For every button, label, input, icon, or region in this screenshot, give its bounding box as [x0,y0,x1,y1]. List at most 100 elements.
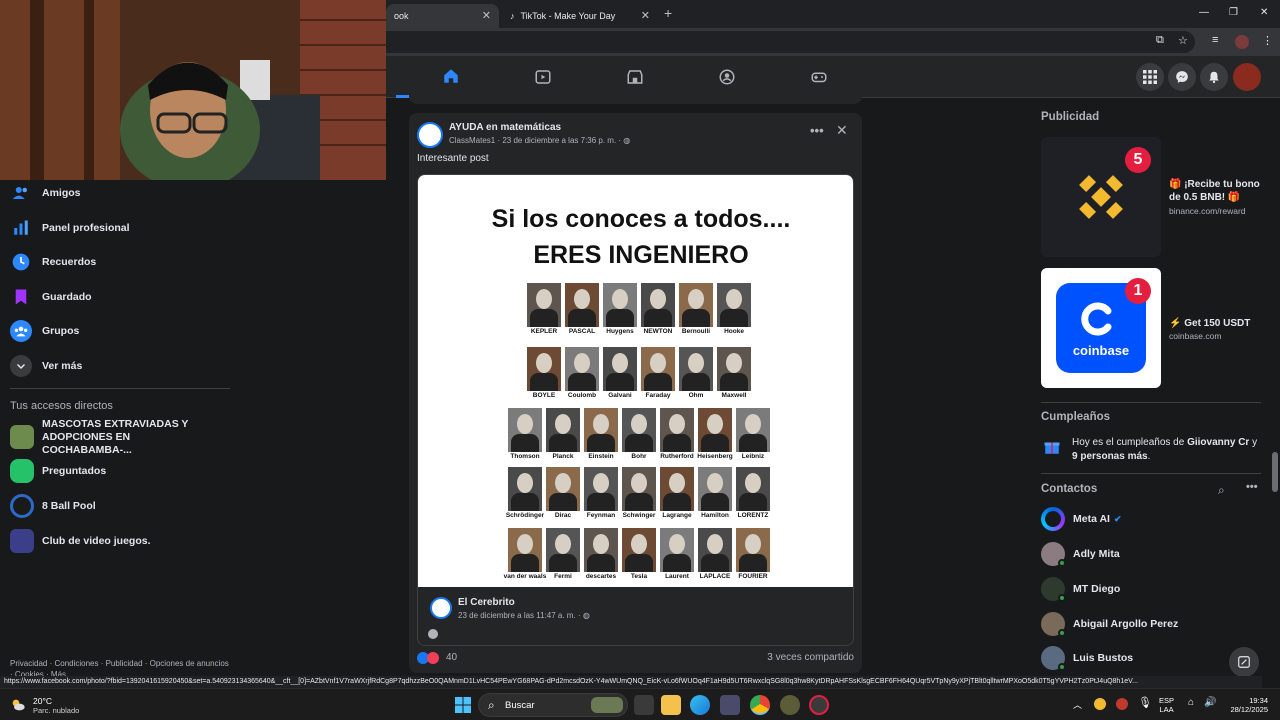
group-avatar[interactable] [417,122,443,148]
coinbase-badge: 1 [1125,278,1151,304]
messenger-button[interactable] [1168,63,1196,91]
right-divider [1041,473,1261,474]
scientist-portrait [698,408,732,452]
sidebar-item-amigos[interactable]: Amigos [10,178,81,208]
account-avatar[interactable] [1233,63,1261,91]
bookmark-star-icon[interactable]: ☆ [1178,34,1188,47]
share-count[interactable]: 3 veces compartido [767,652,854,663]
shared-page-name[interactable]: El Cerebrito [458,597,515,608]
ads-title: Publicidad [1041,111,1100,123]
more-options-icon[interactable]: ••• [1246,481,1258,493]
scientist-portrait [698,528,732,572]
sidebar-item-panel[interactable]: Panel profesional [10,213,130,243]
contact-mt-diego[interactable]: MT Diego [1041,575,1120,603]
sidebar-item-label: Recuerdos [42,256,97,268]
dashboard-icon [10,217,32,239]
edge-icon[interactable] [690,695,710,715]
contact-meta-ai[interactable]: Meta AI ✔ [1041,505,1122,533]
contact-adly-mita[interactable]: Adly Mita [1041,540,1120,568]
weather-temp[interactable]: 20°C [33,696,52,706]
post-image[interactable]: Si los conoces a todos.... ERES INGENIER… [418,175,853,587]
reaction-count[interactable]: 40 [446,652,457,663]
system-clock[interactable]: 19:34 28/12/2025 [1218,696,1268,714]
portrait-face [612,289,628,309]
weather-icon[interactable] [10,697,26,713]
windows-start-icon[interactable] [455,697,471,713]
ad-title-binance[interactable]: 🎁 ¡Recibe tu bono de 0.5 BNB! 🎁 [1169,178,1269,204]
8-ball-pool-icon [10,494,34,518]
restore-icon[interactable]: ❐ [1229,7,1238,18]
tray-icon[interactable] [1094,698,1106,710]
scientist-portrait [584,467,618,511]
post-options-icon[interactable]: ••• [810,123,824,138]
tab-facebook[interactable]: ook ✕ [386,4,499,28]
profile-avatar-icon[interactable] [1235,35,1249,49]
page-scrollbar[interactable] [1272,452,1278,492]
shared-post[interactable]: Si los conoces a todos.... ERES INGENIER… [417,174,854,646]
avatar [1041,577,1066,602]
close-icon[interactable]: ✕ [836,122,848,139]
scientist-portrait [508,467,542,511]
close-tab-icon[interactable]: ✕ [641,9,650,22]
search-icon: ⌕ [488,698,495,712]
volume-icon[interactable]: 🔊 [1204,697,1216,708]
portrait-face [612,353,628,373]
scientist-portrait [736,467,770,511]
tray-icon[interactable] [1116,698,1128,710]
app-icon[interactable] [780,695,800,715]
new-tab-button[interactable]: + [664,5,672,21]
sidebar-item-grupos[interactable]: Grupos [10,316,79,346]
taskbar-search[interactable]: ⌕ Buscar [478,693,628,717]
shortcut-club-video-juegos[interactable]: Club de video juegos. [10,526,151,556]
close-window-icon[interactable]: ✕ [1260,7,1268,18]
shortcut-label: Club de video juegos. [42,535,151,547]
search-icon[interactable]: ⌕ [1218,483,1225,498]
portrait-body [701,434,729,452]
menu-button[interactable] [1136,63,1164,91]
contact-luis-bustos[interactable]: Luis Bustos [1041,644,1133,672]
shortcut-8-ball-pool[interactable]: 8 Ball Pool [10,491,96,521]
sidebar-item-ver-mas[interactable]: Ver más [10,351,82,381]
network-icon[interactable]: ⌂ [1188,697,1194,708]
shortcut-preguntados[interactable]: Preguntados [10,456,106,486]
shared-post-date[interactable]: 23 de diciembre a las 11:47 a. m. · [458,611,583,620]
language-indicator[interactable]: ESP LAA [1159,696,1174,714]
contact-abigail-argollo-perez[interactable]: Abigail Argollo Perez [1041,610,1178,638]
birthday-name: Giiovanny Cr [1187,437,1250,448]
scientist-portrait [527,283,561,327]
file-explorer-icon[interactable] [661,695,681,715]
chevron-up-icon[interactable]: ︿ [1073,698,1082,711]
menu-dots-icon[interactable]: ⋮ [1262,34,1273,47]
microphone-icon[interactable]: 🎙 [1138,696,1152,709]
minimize-icon[interactable]: — [1199,7,1209,18]
recording-app-icon[interactable] [809,695,829,715]
post-author-date[interactable]: ClassMates1 · 23 de diciembre a las 7:36… [449,136,623,145]
reading-list-icon[interactable]: ≡ [1212,34,1218,46]
weather-desc[interactable]: Parc. nublado [33,706,79,715]
sidebar-item-label: Ver más [42,360,83,372]
close-tab-icon[interactable]: ✕ [482,9,491,22]
birthday-text[interactable]: Hoy es el cumpleaños de Giiovanny Cr y 9… [1072,436,1262,464]
reactions-row: 40 3 veces compartido [417,652,854,666]
tab-tiktok[interactable]: ♪ TikTok - Make Your Day ✕ [502,4,658,28]
portrait-body [549,493,577,511]
chrome-icon[interactable] [750,695,770,715]
post-text: Interesante post [417,153,489,164]
notifications-button[interactable] [1200,63,1228,91]
shortcut-mascotas[interactable]: MASCOTAS EXTRAVIADAS Y ADOPCIONES EN COC… [10,418,212,456]
shortcuts-title: Tus accesos directos [10,400,113,412]
ad-title-coinbase[interactable]: ⚡ Get 150 USDT [1169,317,1269,330]
shared-page-avatar[interactable] [430,597,452,619]
sidebar-item-guardado[interactable]: Guardado [10,282,92,312]
portrait-body [511,493,539,511]
sidebar-item-recuerdos[interactable]: Recuerdos [10,247,96,277]
tab-label: ook [394,11,409,21]
install-app-icon[interactable]: ⧉ [1156,34,1164,47]
new-message-button[interactable] [1229,647,1259,677]
store-icon[interactable] [720,695,740,715]
task-view-icon[interactable] [634,695,654,715]
home-icon [444,68,458,83]
shortcut-label: 8 Ball Pool [42,500,96,512]
post-group-name[interactable]: AYUDA en matemáticas [449,122,561,133]
scientist-portrait [584,528,618,572]
